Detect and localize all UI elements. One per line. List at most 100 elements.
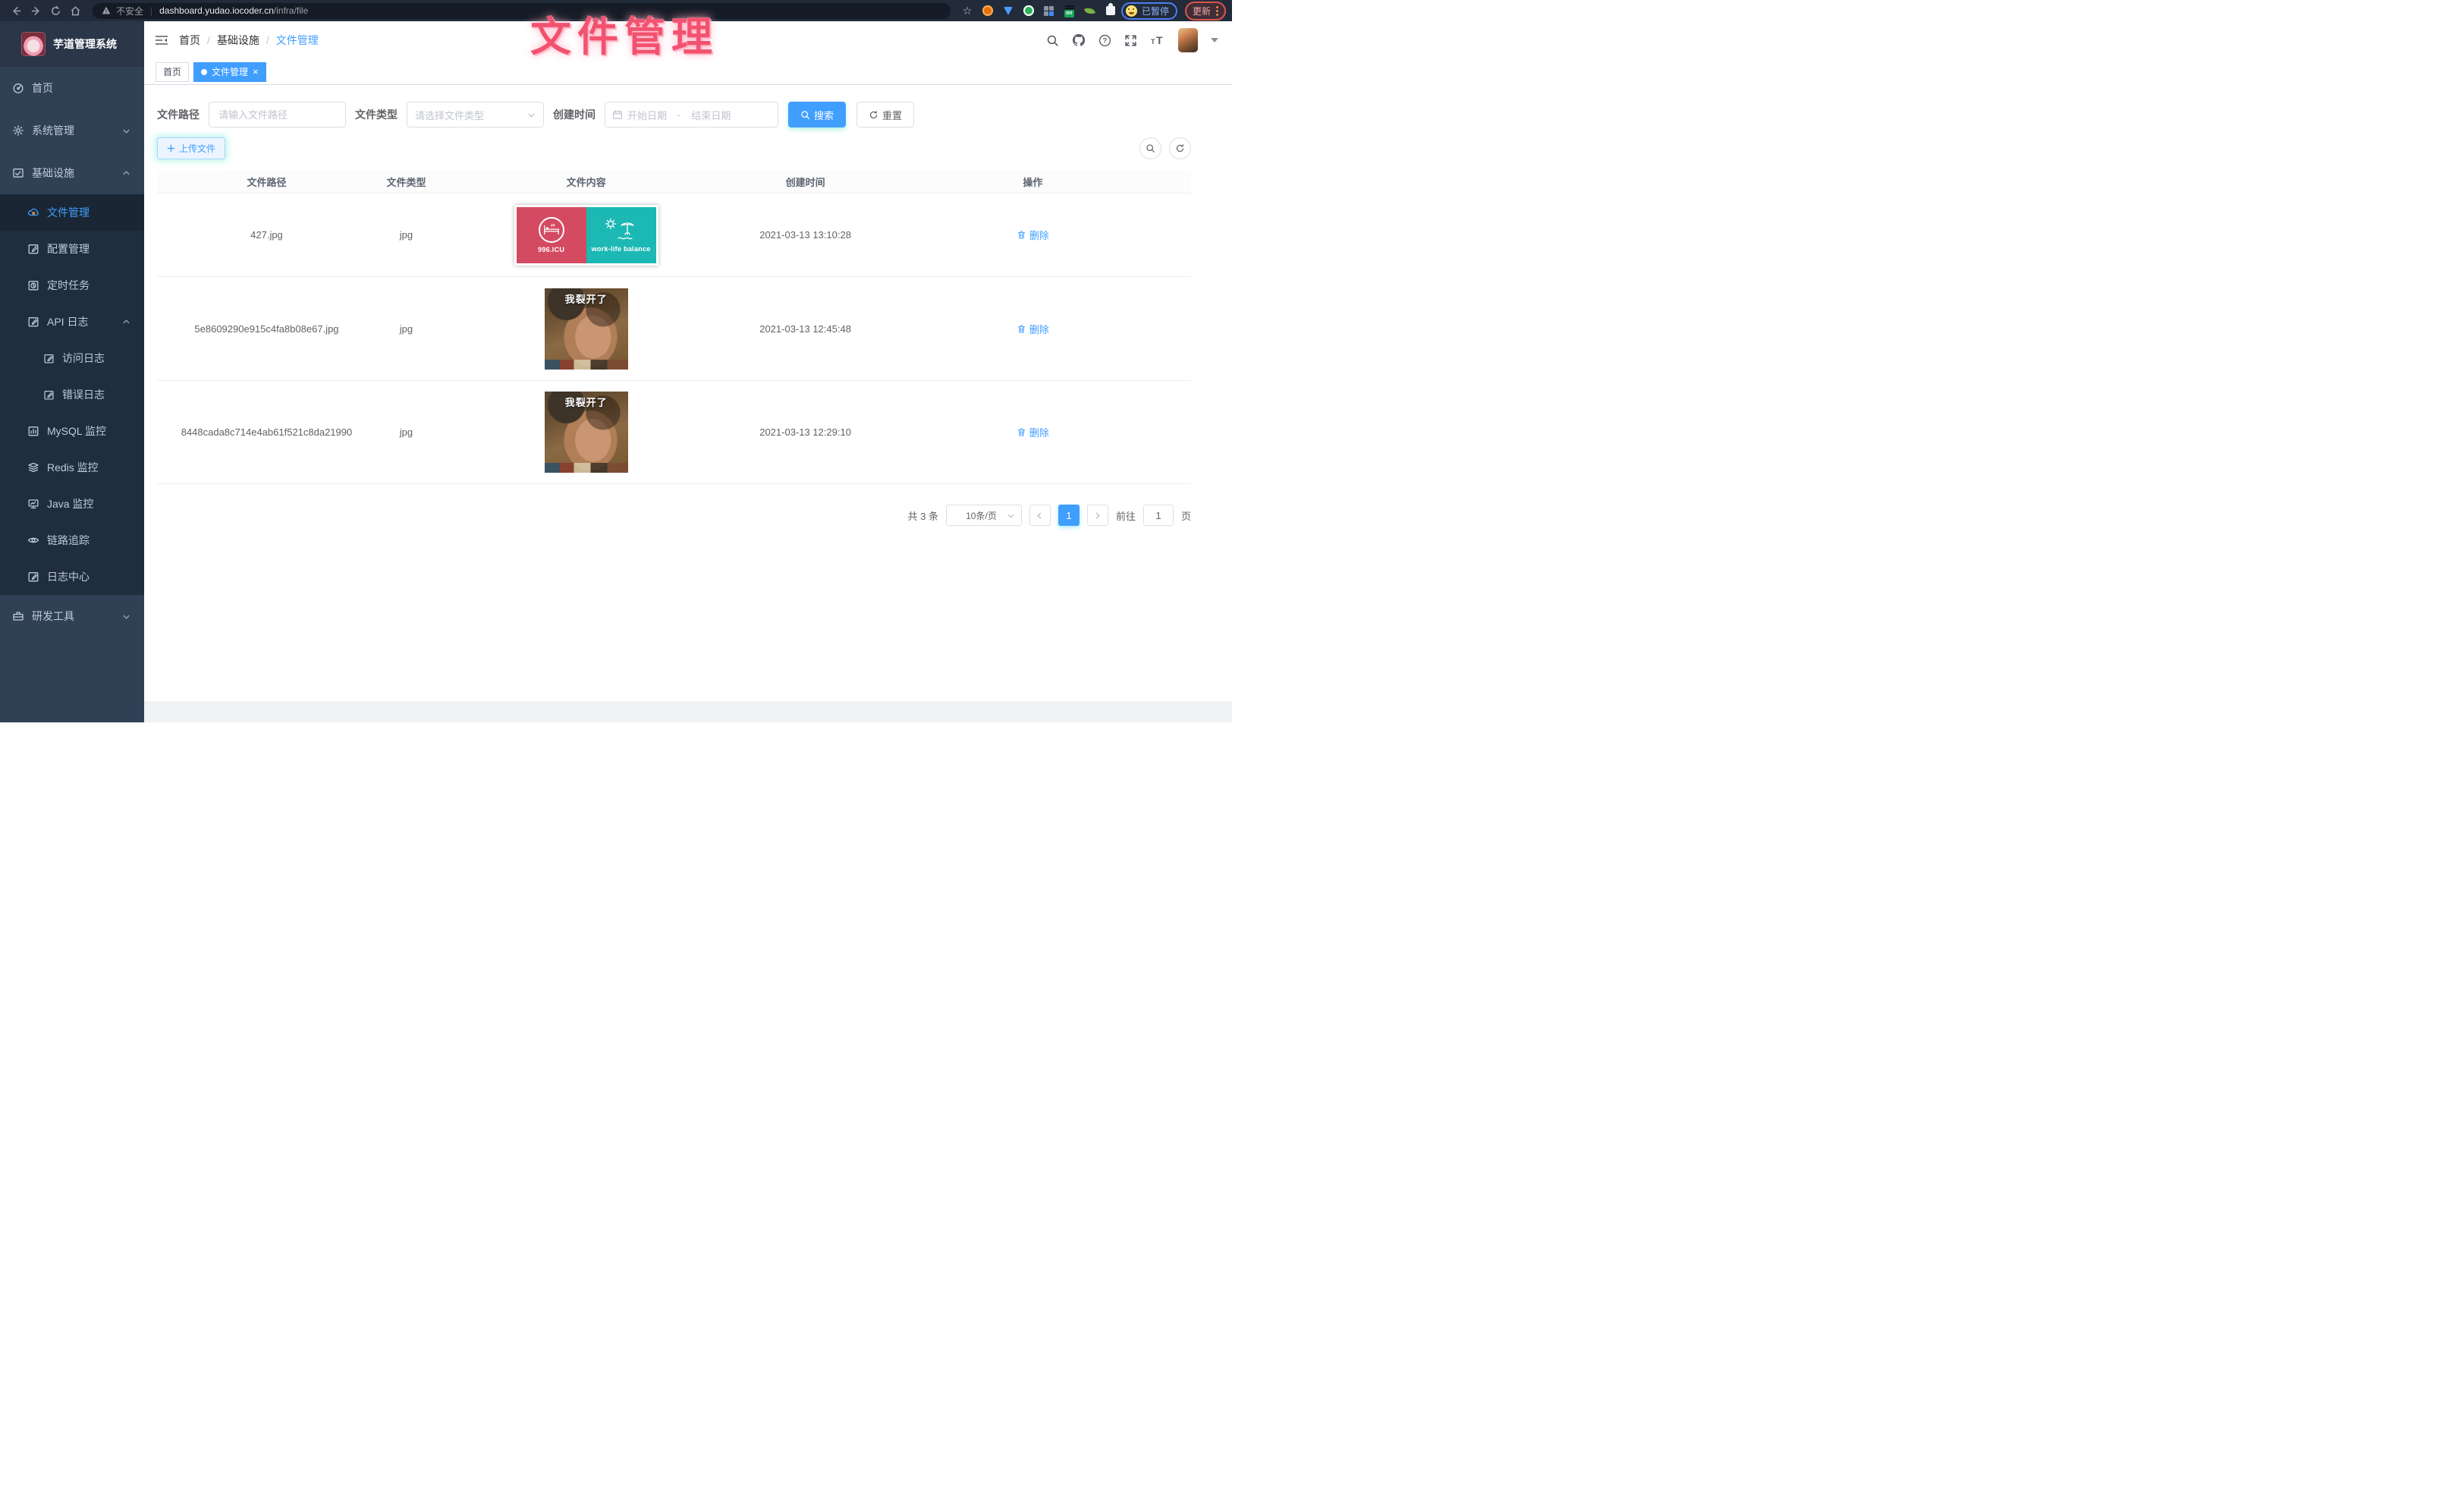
extension-green-circle-icon[interactable] [1023,5,1035,17]
sidebar-item-scheduled-jobs[interactable]: 定时任务 [0,267,144,304]
delete-button[interactable]: 删除 [1017,322,1049,336]
url-bar[interactable]: 不安全 | dashboard.yudao.iocoder.cn /infra/… [93,3,951,19]
tab-file-management[interactable]: 文件管理 × [193,62,266,82]
refresh-icon [1175,143,1185,153]
breadcrumb-file-management[interactable]: 文件管理 [276,33,319,48]
browser-back-button[interactable] [6,2,26,19]
col-header-type: 文件类型 [376,175,436,189]
cell-created-time: 2021-03-13 12:29:10 [736,426,875,438]
tab-close-icon[interactable]: × [253,67,259,77]
date-range-picker[interactable]: 开始日期 - 结束日期 [605,102,778,127]
sidebar-item-infra[interactable]: 基础设施 [0,152,144,194]
extension-on-switch-icon[interactable]: on [1064,5,1076,17]
browser-forward-button[interactable] [26,2,46,19]
toggle-search-button[interactable] [1139,137,1161,159]
file-preview-996icu-image[interactable]: 996.ICU work-life balance [514,205,658,266]
tab-home[interactable]: 首页 [156,62,189,82]
prev-page-button[interactable] [1029,505,1051,526]
logo-image [21,32,46,56]
sidebar-item-system[interactable]: 系统管理 [0,109,144,152]
user-avatar[interactable] [1178,28,1198,52]
next-page-button[interactable] [1087,505,1108,526]
user-menu-caret-icon[interactable] [1211,38,1218,42]
file-preview-baby-meme-image[interactable]: 我裂开了 [545,392,628,473]
font-size-icon[interactable]: TT [1150,34,1165,46]
cell-file-path: 5e8609290e915c4fa8b08e67.jpg [157,323,376,335]
extension-puzzle-icon[interactable] [1105,5,1117,17]
tags-view-bar: 首页 文件管理 × [144,59,1232,85]
plus-icon [167,144,175,153]
sidebar-item-redis-monitor[interactable]: Redis 监控 [0,449,144,486]
upload-file-button[interactable]: 上传文件 [157,137,225,159]
breadcrumb-home[interactable]: 首页 [179,33,200,48]
sidebar-item-dev-tools[interactable]: 研发工具 [0,595,144,637]
cell-file-content: 我裂开了 [436,392,736,473]
file-path-input[interactable] [209,102,346,127]
sidebar-item-mysql-monitor[interactable]: MySQL 监控 [0,413,144,449]
col-header-actions: 操作 [875,175,1191,189]
sidebar-item-tracing[interactable]: 链路追踪 [0,522,144,558]
help-icon[interactable]: ? [1098,34,1111,47]
sidebar-logo[interactable]: 芋道管理系统 [0,21,144,67]
refresh-table-button[interactable] [1169,137,1191,159]
extension-gear-icon[interactable] [982,5,994,17]
page-size-select[interactable]: 10条/页 [946,505,1022,526]
browser-menu-kebab-icon[interactable] [1216,6,1218,16]
log-edit-icon [43,353,55,364]
extension-leaf-icon[interactable] [1084,5,1096,17]
table-row: 5e8609290e915c4fa8b08e67.jpg jpg 我裂开了 20… [157,277,1191,381]
extension-drop-icon[interactable] [1002,5,1014,17]
goto-page-input[interactable] [1143,505,1174,526]
url-host: dashboard.yudao.iocoder.cn [159,5,274,16]
main-area: 首页 / 基础设施 / 文件管理 ? T [144,21,1232,722]
trash-icon [1017,324,1026,334]
header-actions: ? TT [1046,28,1218,52]
search-icon [1146,143,1155,153]
cell-actions: 删除 [875,228,1191,242]
header-search-icon[interactable] [1046,34,1059,47]
file-type-select[interactable]: 请选择文件类型 [407,102,544,127]
page-header: 首页 / 基础设施 / 文件管理 ? T [144,21,1232,59]
delete-button[interactable]: 删除 [1017,228,1049,242]
sidebar-item-log-center[interactable]: 日志中心 [0,558,144,595]
breadcrumb-infra[interactable]: 基础设施 [217,33,259,48]
bottom-strip [144,701,1232,722]
refresh-icon [869,110,878,120]
cloud-icon [27,206,39,219]
browser-home-button[interactable] [65,2,85,19]
sidebar-item-java-monitor[interactable]: Java 监控 [0,486,144,522]
cell-file-content: 996.ICU work-life balance [436,205,736,266]
mysql-chart-icon [27,425,39,437]
delete-button[interactable]: 删除 [1017,425,1049,439]
sidebar-item-access-logs[interactable]: 访问日志 [0,340,144,376]
file-path-label: 文件路径 [157,107,200,122]
bookmark-star-icon[interactable]: ☆ [961,5,973,17]
cell-actions: 删除 [875,322,1191,336]
table-row: 427.jpg jpg 996.ICU [157,193,1191,277]
sidebar-item-error-logs[interactable]: 错误日志 [0,376,144,413]
sidebar-item-config[interactable]: 配置管理 [0,231,144,267]
profile-paused-pill[interactable]: 已暂停 [1121,2,1177,20]
reset-button[interactable]: 重置 [856,102,914,127]
infra-submenu: 文件管理 配置管理 定时任务 API 日志 访问日志 错误日志 [0,194,144,595]
sidebar-collapse-button[interactable] [155,34,168,46]
sidebar-item-api-logs[interactable]: API 日志 [0,304,144,340]
sidebar-item-file-management[interactable]: 文件管理 [0,194,144,231]
github-icon[interactable] [1072,33,1086,47]
active-tab-dot [201,69,207,75]
page-content: 文件路径 文件类型 请选择文件类型 创建时间 开始日期 - 结束日期 搜索 [144,85,1191,526]
calendar-icon [612,109,623,120]
search-button[interactable]: 搜索 [788,102,846,127]
extension-grid-icon[interactable] [1043,5,1055,17]
page-number-current[interactable]: 1 [1058,505,1080,526]
meme-caption: 我裂开了 [565,395,608,409]
file-preview-baby-meme-image[interactable]: 我裂开了 [545,288,628,370]
app-title: 芋道管理系统 [53,36,117,52]
sidebar-item-home[interactable]: 首页 [0,67,144,109]
browser-reload-button[interactable] [46,2,65,19]
beach-icon [603,218,640,242]
browser-update-button[interactable]: 更新 [1185,2,1226,20]
meme-caption: 我裂开了 [565,291,608,306]
search-icon [800,110,810,120]
fullscreen-icon[interactable] [1124,34,1137,47]
